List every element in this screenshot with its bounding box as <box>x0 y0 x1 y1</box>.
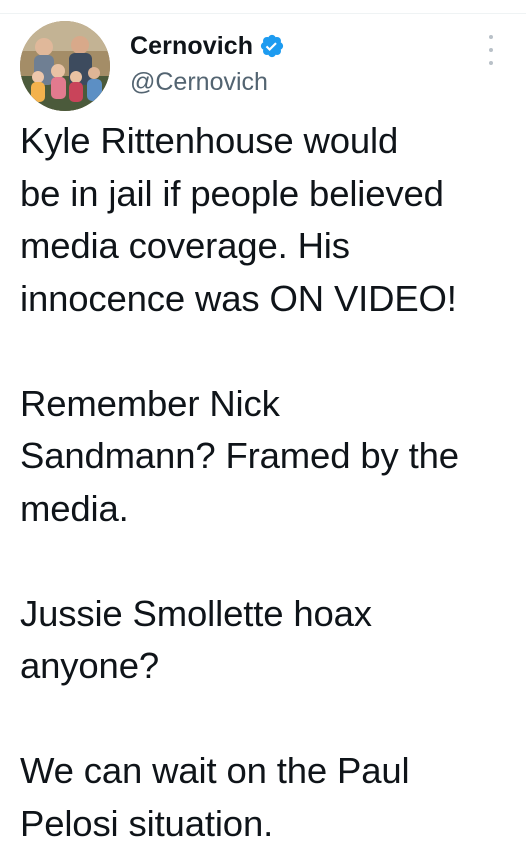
tweet: Cernovich @Cernovich Kyle Rittenhouse wo… <box>0 15 526 845</box>
tweet-line: innocence was ON VIDEO! <box>20 273 516 326</box>
tweet-line: Kyle Rittenhouse would <box>20 115 516 168</box>
tweet-paragraph: Jussie Smollette hoax anyone? <box>20 588 516 693</box>
name-row: Cernovich <box>130 29 285 63</box>
tweet-text: Kyle Rittenhouse would be in jail if peo… <box>20 115 516 850</box>
top-divider <box>0 0 526 14</box>
tweet-line: media coverage. His <box>20 220 516 273</box>
verified-badge-icon <box>259 33 285 59</box>
avatar[interactable] <box>20 21 110 111</box>
tweet-line: Pelosi situation. <box>20 798 516 850</box>
more-options-button[interactable] <box>482 35 500 65</box>
tweet-line: Remember Nick <box>20 378 516 431</box>
tweet-paragraph: Kyle Rittenhouse would be in jail if peo… <box>20 115 516 325</box>
tweet-header: Cernovich @Cernovich <box>130 29 285 109</box>
display-name[interactable]: Cernovich <box>130 32 253 61</box>
more-dot <box>489 61 493 65</box>
user-handle[interactable]: @Cernovich <box>130 68 285 97</box>
tweet-line: anyone? <box>20 640 516 693</box>
avatar-photo <box>20 21 110 111</box>
tweet-line: Jussie Smollette hoax <box>20 588 516 641</box>
tweet-line: media. <box>20 483 516 536</box>
tweet-line: We can wait on the Paul <box>20 745 516 798</box>
more-dot <box>489 48 493 52</box>
tweet-line: be in jail if people believed <box>20 168 516 221</box>
tweet-paragraph: Remember Nick Sandmann? Framed by the me… <box>20 378 516 536</box>
tweet-paragraph: We can wait on the Paul Pelosi situation… <box>20 745 516 850</box>
tweet-line: Sandmann? Framed by the <box>20 430 516 483</box>
more-vertical-icon <box>489 35 493 39</box>
